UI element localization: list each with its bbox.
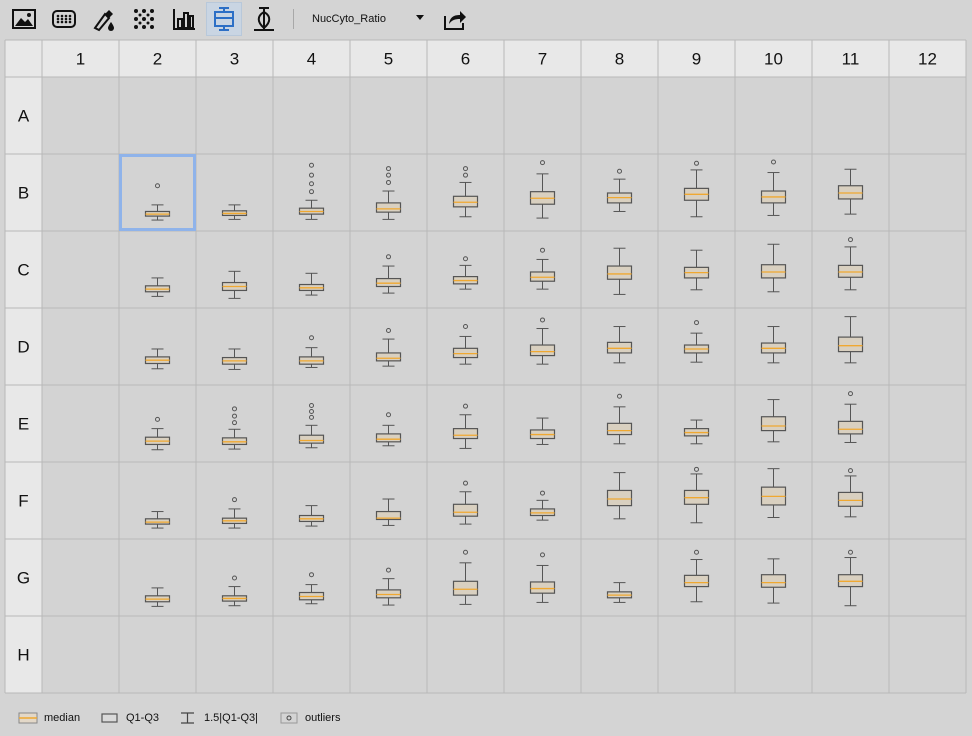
row-header-label: C (17, 261, 29, 280)
iqr-box (221, 437, 248, 446)
iqr-box (837, 336, 864, 353)
row-header-label: H (17, 646, 29, 665)
legend-whisker: 1.5|Q1-Q3| (178, 712, 258, 724)
iqr-box (529, 344, 556, 357)
column-header-label: 5 (384, 50, 393, 69)
iqr-box (837, 264, 864, 278)
iqr-box (144, 518, 171, 525)
outlier-swatch-icon (280, 712, 298, 724)
column-header-label: 3 (230, 50, 239, 69)
legend-outliers: outliers (279, 712, 340, 724)
column-header-label: 12 (918, 50, 937, 69)
whisker-swatch-icon (181, 712, 194, 724)
column-header-band (5, 40, 966, 77)
row-header-label: B (18, 184, 29, 203)
iqr-box (375, 202, 402, 213)
iqr-box (606, 341, 633, 354)
legend-median: median (18, 712, 80, 724)
column-header-label: 8 (615, 50, 624, 69)
legend-outliers-label: outliers (305, 712, 341, 724)
row-header-label: D (17, 338, 29, 357)
iqr-box (837, 420, 864, 435)
row-header-label: A (18, 107, 30, 126)
iqr-box (683, 574, 710, 588)
legend-box: Q1-Q3 (100, 712, 159, 724)
iqr-box (529, 508, 556, 517)
iqr-box (452, 428, 479, 440)
column-header-label: 2 (153, 50, 162, 69)
legend: median Q1-Q3 1.5|Q1-Q3| outliers (0, 700, 972, 736)
iqr-box (452, 195, 479, 208)
iqr-box (529, 581, 556, 594)
iqr-box (837, 185, 864, 200)
iqr-box (452, 580, 479, 596)
iqr-box (760, 416, 787, 432)
column-header-label: 10 (764, 50, 783, 69)
iqr-box (375, 277, 402, 288)
iqr-box (837, 491, 864, 507)
row-header-label: E (18, 415, 29, 434)
iqr-box (606, 422, 633, 436)
row-header-label: G (17, 569, 30, 588)
legend-box-label: Q1-Q3 (126, 712, 160, 724)
iqr-box (375, 352, 402, 362)
plate-boxplot-grid: 1 2 3 4 5 6 7 8 9 10 11 12ABCDEFGH (4, 39, 967, 694)
iqr-box (606, 489, 633, 507)
column-header-label: 4 (307, 50, 316, 69)
column-header-label: 1 (76, 50, 85, 69)
iqr-box (452, 503, 479, 517)
iqr-box (529, 271, 556, 282)
iqr-box (606, 265, 633, 280)
column-header-label: 6 (461, 50, 470, 69)
box-swatch-icon (101, 713, 118, 723)
iqr-box (298, 434, 325, 444)
iqr-box (760, 264, 787, 279)
column-header-label: 11 (842, 50, 860, 69)
iqr-box (837, 574, 864, 588)
legend-whisker-label: 1.5|Q1-Q3| (204, 712, 259, 724)
iqr-box (452, 347, 479, 359)
median-swatch-icon (18, 712, 38, 724)
iqr-box (760, 574, 787, 588)
iqr-box (375, 589, 402, 599)
row-header-label: F (18, 492, 28, 511)
column-header-label: 7 (538, 50, 547, 69)
column-header-label: 9 (692, 50, 701, 69)
iqr-box (375, 433, 402, 443)
row-header-band (5, 40, 42, 693)
legend-median-label: median (44, 712, 81, 724)
